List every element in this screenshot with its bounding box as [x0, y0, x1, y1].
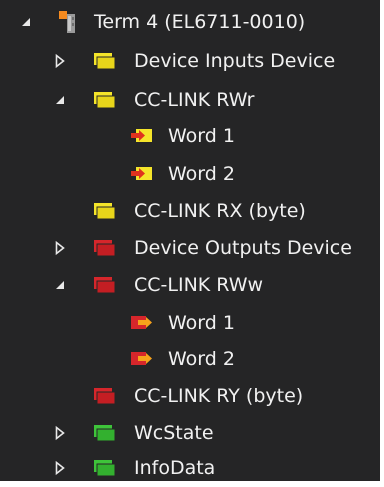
- tree-node-label: WcState: [134, 422, 214, 444]
- output-variable-icon: [130, 312, 154, 334]
- tree-node-rww-word-2[interactable]: Word 2: [0, 341, 380, 378]
- red-folder-icon: [92, 237, 116, 259]
- tree-node-label: Word 1: [168, 125, 235, 147]
- tree-node-cc-link-ry[interactable]: CC-LINK RY (byte): [0, 378, 380, 415]
- tree-node-cc-link-rx[interactable]: CC-LINK RX (byte): [0, 193, 380, 230]
- input-variable-icon: [130, 163, 154, 185]
- tree-node-device-inputs[interactable]: Device Inputs Device: [0, 43, 380, 80]
- yellow-folder-icon: [92, 200, 116, 222]
- solution-explorer-panel: Term 4 (EL6711-0010) Device Inputs Devic…: [0, 0, 384, 481]
- collapsed-arrow-icon[interactable]: [52, 53, 68, 69]
- tree-node-label: Term 4 (EL6711-0010): [94, 11, 306, 33]
- expanded-arrow-icon[interactable]: [52, 277, 68, 293]
- tree-node-label: CC-LINK RX (byte): [134, 200, 306, 222]
- tree-node-label: InfoData: [134, 457, 216, 479]
- tree-node-device-outputs[interactable]: Device Outputs Device: [0, 230, 380, 267]
- tree-node-rww-word-1[interactable]: Word 1: [0, 305, 380, 342]
- red-folder-icon: [92, 385, 116, 407]
- yellow-folder-icon: [92, 50, 116, 72]
- expanded-arrow-icon[interactable]: [52, 92, 68, 108]
- red-folder-icon: [92, 274, 116, 296]
- green-folder-icon: [92, 422, 116, 444]
- tree-node-label: CC-LINK RWw: [134, 274, 264, 296]
- tree-node-label: Device Inputs Device: [134, 50, 336, 72]
- tree-node-label: Word 2: [168, 163, 235, 185]
- tree-node-term-4[interactable]: Term 4 (EL6711-0010): [0, 4, 380, 41]
- tree-node-infodata[interactable]: InfoData: [0, 450, 380, 487]
- io-tree: Term 4 (EL6711-0010) Device Inputs Devic…: [0, 0, 380, 481]
- tree-node-label: Word 2: [168, 348, 235, 370]
- tree-node-label: CC-LINK RY (byte): [134, 385, 304, 407]
- tree-node-cc-link-rww[interactable]: CC-LINK RWw: [0, 267, 380, 304]
- input-variable-icon: [130, 125, 154, 147]
- collapsed-arrow-icon[interactable]: [52, 460, 68, 476]
- tree-node-rwr-word-1[interactable]: Word 1: [0, 118, 380, 155]
- tree-node-label: Device Outputs Device: [134, 237, 352, 259]
- collapsed-arrow-icon[interactable]: [52, 240, 68, 256]
- yellow-folder-icon: [92, 89, 116, 111]
- terminal-icon: [56, 11, 80, 33]
- expanded-arrow-icon[interactable]: [18, 14, 34, 30]
- output-variable-icon: [130, 348, 154, 370]
- tree-node-label: Word 1: [168, 312, 235, 334]
- tree-node-cc-link-rwr[interactable]: CC-LINK RWr: [0, 82, 380, 119]
- tree-node-label: CC-LINK RWr: [134, 89, 255, 111]
- tree-node-wcstate[interactable]: WcState: [0, 415, 380, 452]
- collapsed-arrow-icon[interactable]: [52, 425, 68, 441]
- green-folder-icon: [92, 457, 116, 479]
- tree-node-rwr-word-2[interactable]: Word 2: [0, 156, 380, 193]
